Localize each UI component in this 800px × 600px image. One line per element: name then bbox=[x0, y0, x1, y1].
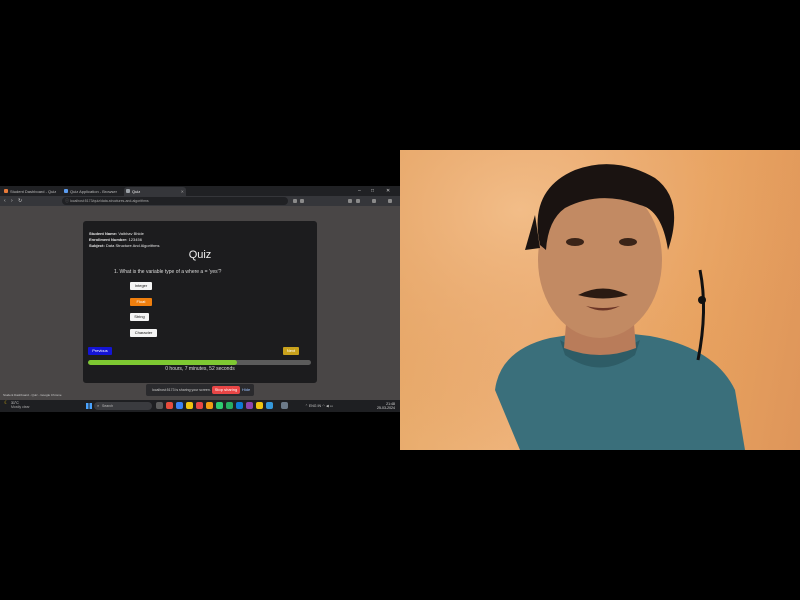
taskbar: ☾ 31°C Mostly clear ⌕ Search ⌃ ENG IN ◠ … bbox=[0, 400, 400, 412]
close-tab-icon[interactable]: ✕ bbox=[181, 187, 184, 196]
chevron-up-icon[interactable]: ⌃ bbox=[305, 404, 308, 408]
next-button[interactable]: Next bbox=[283, 347, 299, 355]
settings-icon[interactable] bbox=[281, 402, 288, 409]
webcam-person-image bbox=[400, 150, 800, 450]
tab-favicon-icon bbox=[64, 189, 68, 193]
url-text: localhost:5173/quiz/data-structures-and-… bbox=[70, 199, 149, 203]
reload-icon[interactable]: ↻ bbox=[18, 196, 22, 206]
screen-share-bar: localhost:5173 is sharing your screen. S… bbox=[146, 384, 254, 396]
app-icon[interactable] bbox=[216, 402, 223, 409]
sidebar-icon[interactable] bbox=[356, 199, 360, 203]
timer-text: 0 hours, 7 minutes, 52 seconds bbox=[165, 366, 235, 372]
extension-icon[interactable] bbox=[293, 199, 297, 203]
app-icon[interactable] bbox=[256, 402, 263, 409]
close-window-icon[interactable]: ✕ bbox=[386, 186, 390, 196]
wifi-icon[interactable]: ◠ bbox=[322, 404, 325, 408]
subject-label: Subject: bbox=[89, 243, 105, 248]
progress-fill bbox=[88, 360, 238, 365]
browser-toolbar: ‹ › ↻ ⓘ localhost:5173/quiz/data-structu… bbox=[0, 196, 400, 206]
tab-title: Quiz bbox=[132, 189, 141, 194]
back-icon[interactable]: ‹ bbox=[4, 196, 6, 206]
maximize-icon[interactable]: □ bbox=[371, 186, 374, 196]
moon-icon: ☾ bbox=[4, 400, 9, 406]
quiz-card: Student Name: Vaibhav Bhide Enrollment N… bbox=[83, 221, 317, 383]
question-text: 1. What is the variable type of a where … bbox=[114, 269, 222, 275]
enrollment-label: Enrollment Number: bbox=[89, 237, 128, 242]
extension-icon[interactable] bbox=[300, 199, 304, 203]
clock-date: 25-03-2024 bbox=[377, 406, 395, 410]
file-explorer-icon[interactable] bbox=[206, 402, 213, 409]
browser-tab-bar: Student Dashboard - Quiz Quiz Applicatio… bbox=[0, 186, 400, 196]
enrollment-line: Enrollment Number: 123456 bbox=[89, 237, 142, 242]
subject-line: Subject: Data Structure And Algorithms bbox=[89, 243, 160, 248]
task-view-icon[interactable] bbox=[156, 402, 163, 409]
taskbar-search[interactable]: ⌕ Search bbox=[94, 402, 152, 410]
forward-icon[interactable]: › bbox=[11, 196, 13, 206]
app-icon[interactable] bbox=[196, 402, 203, 409]
weather-desc: Mostly clear bbox=[11, 405, 30, 409]
student-name-line: Student Name: Vaibhav Bhide bbox=[89, 231, 144, 236]
share-status-text: localhost:5173 is sharing your screen. bbox=[152, 388, 211, 392]
extensions-puzzle-icon[interactable] bbox=[348, 199, 352, 203]
webcam-video bbox=[400, 150, 800, 450]
screen-share-view: Student Dashboard - Quiz Quiz Applicatio… bbox=[0, 186, 400, 412]
app-icon[interactable] bbox=[226, 402, 233, 409]
option-button[interactable]: String bbox=[130, 313, 149, 321]
app-icon[interactable] bbox=[166, 402, 173, 409]
quiz-title: Quiz bbox=[188, 249, 212, 261]
progress-bar bbox=[88, 360, 311, 365]
window-title-notification: Student Dashboard - Quiz - Google Chrome bbox=[3, 393, 62, 397]
system-tray[interactable]: ⌃ ENG IN ◠ ◀ ▭ bbox=[305, 400, 333, 412]
option-button[interactable]: Integer bbox=[130, 282, 152, 290]
browser-tab-active[interactable]: Quiz ✕ bbox=[124, 187, 186, 196]
student-name-label: Student Name: bbox=[89, 231, 118, 236]
search-icon: ⌕ bbox=[97, 403, 100, 408]
windows-start-icon[interactable] bbox=[86, 403, 92, 409]
address-bar[interactable]: ⓘ localhost:5173/quiz/data-structures-an… bbox=[62, 197, 288, 205]
subject-value: Data Structure And Algorithms bbox=[105, 243, 160, 248]
previous-button[interactable]: Previous bbox=[88, 347, 112, 355]
option-button-selected[interactable]: Float bbox=[130, 298, 152, 306]
clock[interactable]: 21:48 25-03-2024 bbox=[377, 402, 395, 410]
tab-title: Quiz Application - Browser bbox=[70, 189, 117, 194]
browser-tab[interactable]: Quiz Application - Browser bbox=[62, 187, 122, 196]
menu-icon[interactable] bbox=[388, 199, 392, 203]
app-icon[interactable] bbox=[266, 402, 273, 409]
vscode-icon[interactable] bbox=[236, 402, 243, 409]
option-button[interactable]: Character bbox=[130, 329, 157, 337]
enrollment-value: 123456 bbox=[128, 237, 142, 242]
chrome-icon[interactable] bbox=[186, 402, 193, 409]
student-name-value: Vaibhav Bhide bbox=[118, 231, 144, 236]
browser-tab[interactable]: Student Dashboard - Quiz bbox=[2, 187, 60, 196]
tab-title: Student Dashboard - Quiz bbox=[10, 189, 57, 194]
info-icon[interactable]: ⓘ bbox=[65, 197, 69, 205]
edge-icon[interactable] bbox=[176, 402, 183, 409]
stop-sharing-button[interactable]: Stop sharing bbox=[212, 386, 240, 394]
hide-button[interactable]: Hide bbox=[242, 386, 250, 394]
battery-icon[interactable]: ▭ bbox=[330, 404, 333, 408]
volume-icon[interactable]: ◀ bbox=[326, 404, 329, 408]
search-placeholder: Search bbox=[102, 404, 114, 408]
tab-favicon-icon bbox=[4, 189, 8, 193]
minimize-icon[interactable]: – bbox=[358, 186, 361, 196]
language-indicator[interactable]: ENG IN bbox=[309, 404, 321, 408]
page-content: Student Name: Vaibhav Bhide Enrollment N… bbox=[0, 206, 400, 400]
tab-favicon-icon bbox=[126, 189, 130, 193]
profile-icon[interactable] bbox=[372, 199, 376, 203]
app-icon[interactable] bbox=[246, 402, 253, 409]
